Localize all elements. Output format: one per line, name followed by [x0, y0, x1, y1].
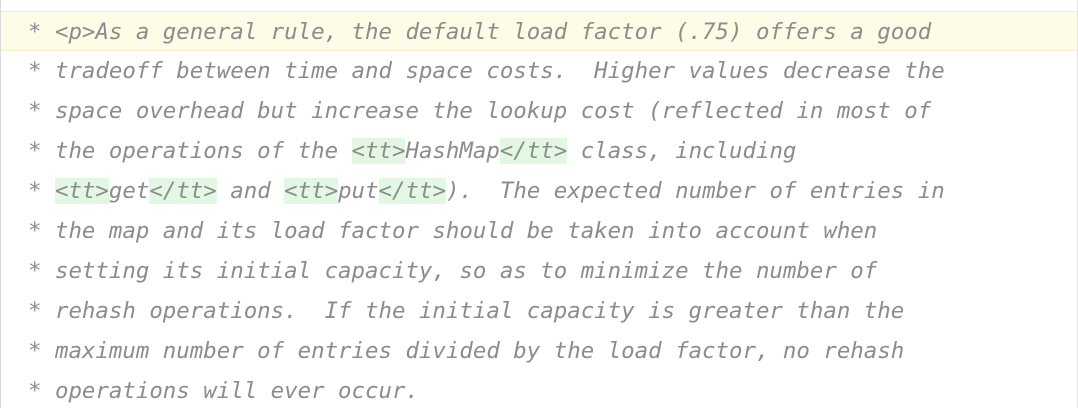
- html-tag-token: <tt>: [284, 178, 339, 204]
- comment-text: <p>As a general rule, the default load f…: [54, 19, 932, 45]
- code-viewer[interactable]: * <p>As a general rule, the default load…: [0, 0, 1078, 408]
- comment-text: ). The expected number of entries in: [445, 178, 945, 204]
- comment-text: operations will ever occur.: [54, 378, 419, 404]
- comment-star: *: [28, 258, 55, 284]
- code-line[interactable]: * the operations of the <tt>HashMap</tt>…: [1, 131, 1077, 171]
- code-line[interactable]: * rehash operations. If the initial capa…: [1, 291, 1077, 331]
- code-line[interactable]: * <tt>get</tt> and <tt>put</tt>). The ex…: [1, 171, 1077, 211]
- code-line[interactable]: * setting its initial capacity, so as to…: [1, 251, 1077, 291]
- comment-star: *: [28, 19, 55, 45]
- html-tag-token: <tt>: [54, 178, 109, 204]
- comment-text: tradeoff between time and space costs. H…: [54, 58, 945, 84]
- comment-star: *: [28, 178, 55, 204]
- html-tag-token: </tt>: [499, 138, 568, 164]
- comment-text: get: [108, 178, 150, 204]
- comment-text: rehash operations. If the initial capaci…: [54, 298, 905, 324]
- comment-star: *: [28, 218, 55, 244]
- comment-text: the map and its load factor should be ta…: [54, 218, 878, 244]
- comment-star: *: [28, 98, 55, 124]
- comment-text: and: [216, 178, 285, 204]
- comment-text: class, including: [567, 138, 797, 164]
- comment-text: put: [338, 178, 379, 204]
- comment-star: *: [28, 298, 55, 324]
- code-line[interactable]: * space overhead but increase the lookup…: [1, 91, 1077, 131]
- comment-star: *: [28, 138, 55, 164]
- comment-text: HashMap: [405, 138, 500, 164]
- code-line[interactable]: * the map and its load factor should be …: [1, 211, 1077, 251]
- comment-text: maximum number of entries divided by the…: [54, 338, 905, 364]
- html-tag-token: </tt>: [149, 178, 217, 204]
- comment-star: *: [28, 58, 55, 84]
- comment-text: the operations of the: [54, 138, 352, 164]
- comment-star: *: [28, 378, 55, 404]
- html-tag-token: <tt>: [351, 138, 406, 164]
- code-line[interactable]: * operations will ever occur.: [1, 371, 1077, 408]
- comment-text: space overhead but increase the lookup c…: [54, 98, 932, 124]
- code-line[interactable]: * maximum number of entries divided by t…: [1, 331, 1077, 371]
- code-line[interactable]: * <p>As a general rule, the default load…: [1, 11, 1077, 51]
- html-tag-token: </tt>: [378, 178, 446, 204]
- comment-text: setting its initial capacity, so as to m…: [54, 258, 878, 284]
- code-line[interactable]: * tradeoff between time and space costs.…: [1, 51, 1077, 91]
- comment-star: *: [28, 338, 55, 364]
